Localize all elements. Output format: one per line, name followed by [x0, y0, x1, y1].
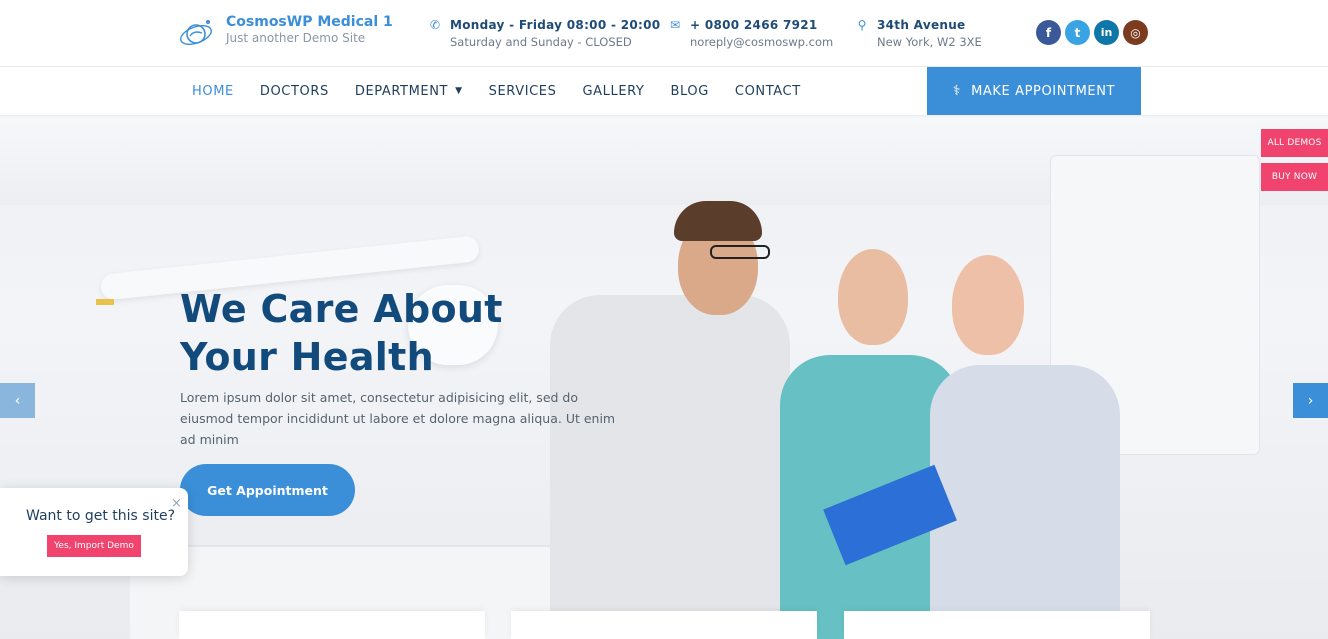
- slider-next-button[interactable]: ›: [1293, 383, 1328, 418]
- nav-item-contact[interactable]: CONTACT: [735, 84, 801, 99]
- popup-question: Want to get this site?: [26, 508, 175, 524]
- all-demos-tab[interactable]: ALL DEMOS: [1261, 129, 1328, 157]
- hero-person-patient: [930, 215, 1120, 639]
- email-address[interactable]: noreply@cosmoswp.com: [690, 34, 833, 50]
- hero-title-line2: Your Health: [180, 335, 434, 379]
- phone-number[interactable]: + 0800 2466 7921: [690, 17, 833, 34]
- hours-info: ✆ Monday - Friday 08:00 - 20:00 Saturday…: [428, 17, 660, 50]
- contact-info: ✉ + 0800 2466 7921 noreply@cosmoswp.com: [668, 17, 833, 50]
- nav-item-home[interactable]: HOME: [192, 84, 234, 99]
- make-appointment-button[interactable]: ⚕ MAKE APPOINTMENT: [927, 67, 1141, 115]
- chevron-left-icon: ‹: [14, 392, 21, 409]
- address-info: ⚲ 34th Avenue New York, W2 3XE: [855, 17, 982, 50]
- hero-title-line1: We Care About: [180, 287, 503, 331]
- stethoscope-icon: ⚕: [952, 83, 962, 99]
- brand-logo-icon: [180, 20, 212, 45]
- nav-item-department-label: DEPARTMENT: [354, 83, 449, 99]
- feature-card: [179, 611, 485, 639]
- brand-tagline: Just another Demo Site: [226, 31, 366, 45]
- instagram-icon[interactable]: ◎: [1123, 20, 1148, 45]
- feature-card: [844, 611, 1150, 639]
- nav-item-services[interactable]: SERVICES: [489, 84, 557, 99]
- address-line1: 34th Avenue: [877, 18, 966, 32]
- address-line2: New York, W2 3XE: [877, 35, 982, 49]
- main-nav: HOME DOCTORS DEPARTMENT ▼ SERVICES GALLE…: [0, 67, 1328, 115]
- brand[interactable]: CosmosWP Medical 1 Just another Demo Sit…: [178, 13, 393, 51]
- import-demo-popup: × Want to get this site? Yes, Import Dem…: [0, 488, 188, 576]
- chevron-down-icon: ▼: [455, 86, 463, 96]
- hero-slider: We Care About Your Health Lorem ipsum do…: [0, 115, 1328, 639]
- nav-item-doctors[interactable]: DOCTORS: [260, 84, 329, 99]
- map-pin-icon: ⚲: [857, 18, 867, 32]
- mail-icon: ✉: [669, 18, 681, 32]
- hero-title: We Care About Your Health: [180, 285, 503, 381]
- chevron-right-icon: ›: [1307, 392, 1314, 409]
- hours-line1: Monday - Friday 08:00 - 20:00: [450, 18, 661, 32]
- import-demo-button[interactable]: Yes, Import Demo: [47, 535, 141, 557]
- twitter-icon[interactable]: t: [1065, 20, 1090, 45]
- facebook-icon[interactable]: f: [1036, 20, 1061, 45]
- hero-staff-image: [530, 185, 1150, 639]
- make-appointment-label: MAKE APPOINTMENT: [971, 83, 1116, 99]
- social-links: f t in ◎: [1036, 20, 1148, 45]
- hero-description: Lorem ipsum dolor sit amet, consectetur …: [180, 390, 616, 447]
- feature-card: [511, 611, 817, 639]
- top-header: CosmosWP Medical 1 Just another Demo Sit…: [0, 0, 1328, 67]
- hours-line2: Saturday and Sunday - CLOSED: [450, 35, 632, 49]
- nav-item-gallery[interactable]: GALLERY: [582, 84, 644, 99]
- get-appointment-button[interactable]: Get Appointment: [180, 464, 355, 516]
- nav-item-blog[interactable]: BLOG: [670, 84, 708, 99]
- hero-background-detail: [96, 299, 114, 305]
- slider-prev-button[interactable]: ‹: [0, 383, 35, 418]
- linkedin-icon[interactable]: in: [1094, 20, 1119, 45]
- buy-now-tab[interactable]: BUY NOW: [1261, 163, 1328, 191]
- nav-menu: HOME DOCTORS DEPARTMENT ▼ SERVICES GALLE…: [192, 67, 827, 115]
- phone-icon: ✆: [429, 18, 441, 32]
- brand-title[interactable]: CosmosWP Medical 1: [226, 13, 393, 31]
- nav-item-department[interactable]: DEPARTMENT ▼: [355, 84, 463, 99]
